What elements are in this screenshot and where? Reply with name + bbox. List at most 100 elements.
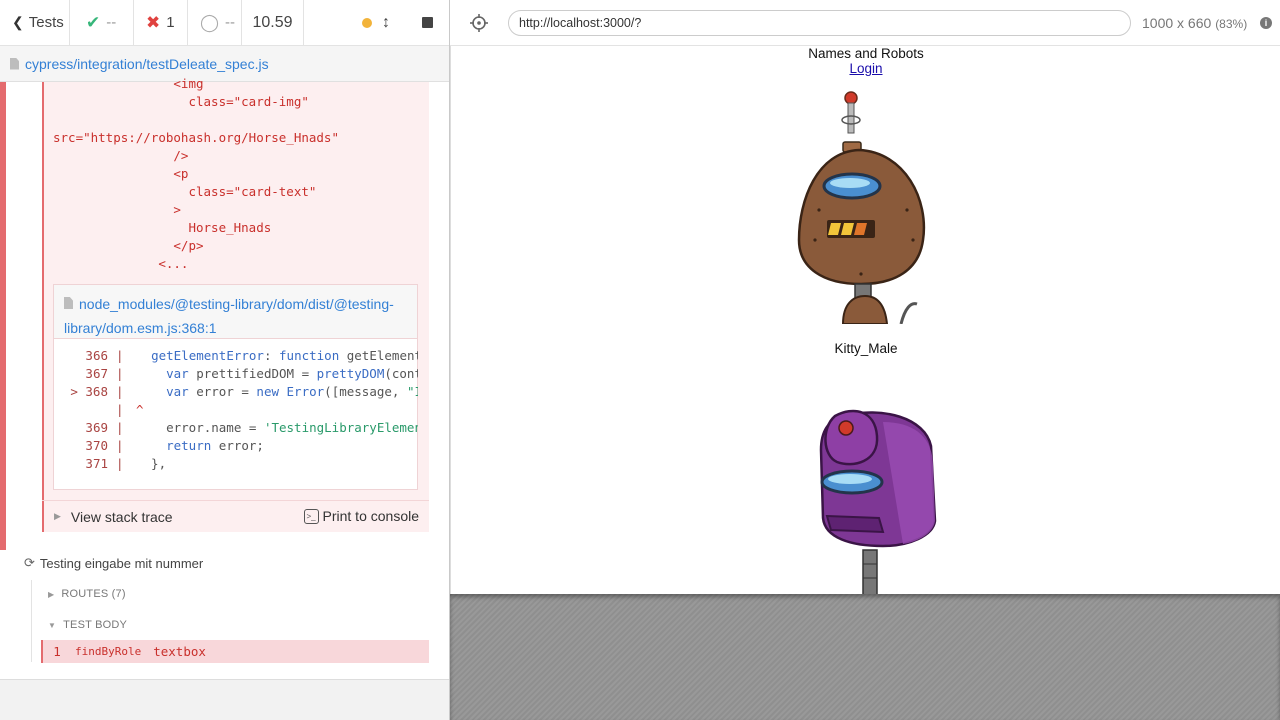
caret-right-icon: ▶ [48, 590, 55, 599]
print-to-console-button[interactable]: >_ Print to console [303, 508, 420, 524]
file-icon [64, 297, 73, 309]
check-icon: ✔ [86, 12, 101, 32]
x-icon: ✖ [146, 12, 161, 32]
reporter-panel: ❮ Tests ✔ -- ✖ 1 ◯ -- 10.59 ↕ cypress/in… [0, 0, 450, 720]
crosshair-icon[interactable] [468, 12, 490, 34]
failed-indicator [0, 82, 6, 550]
pending-count: ◯ -- [188, 0, 242, 46]
code-line: 370 | return error; [54, 437, 418, 455]
test-body-toggle[interactable]: ▼ TEST BODY [48, 619, 127, 631]
line-number: 369 [85, 420, 108, 435]
caret-down-icon: ▼ [48, 621, 57, 630]
dom-snippet-line: </p> [53, 238, 204, 253]
failed-count: ✖ 1 [134, 0, 188, 46]
test-item[interactable]: ⟳ Testing eingabe mit nummer [24, 555, 203, 571]
command-name: findByRole [75, 645, 142, 658]
viewport-dimensions: 1000 x 660 [1142, 15, 1212, 31]
gutter-bar: | [116, 348, 124, 363]
error-area: <img class="card-img" src="https://roboha… [0, 76, 449, 550]
info-icon[interactable]: i [1260, 17, 1272, 29]
code-text: error.name = 'TestingLibraryElemen [136, 420, 418, 435]
code-text: var error = new Error([message, "I [166, 384, 418, 399]
gutter-bar: | [116, 402, 124, 417]
pending-value: -- [225, 14, 236, 31]
run-controls: ↕ [304, 0, 449, 46]
code-line: > 368 | var error = new Error([message, "… [54, 383, 418, 401]
line-number: 366 [85, 348, 108, 363]
dom-snippet-line: <img [53, 76, 204, 91]
app-iframe: Names and Robots Login Kitty_Male [450, 46, 1280, 594]
command-row[interactable]: 1 findByRole textbox [41, 640, 429, 663]
stack-trace-row: ▶ View stack trace >_ Print to console [42, 500, 429, 532]
caret-right-icon: ▶ [54, 511, 61, 521]
dom-snippet-line: > [53, 202, 181, 217]
dom-snippet-line: class="card-text" [53, 184, 317, 199]
view-stack-trace-toggle[interactable]: View stack trace [71, 509, 173, 525]
test-title: Testing eingabe mit nummer [39, 555, 204, 571]
gutter-bar: | [116, 456, 124, 471]
stop-icon[interactable] [422, 17, 433, 28]
code-frame-lines: 366 | getElementError: function getElemen… [54, 347, 418, 487]
tests-label: Tests [28, 14, 64, 31]
code-text: getElementError: function getElement [151, 348, 418, 363]
print-to-console-label: Print to console [322, 508, 420, 524]
passed-value: -- [106, 14, 117, 31]
test-body-label: TEST BODY [63, 619, 128, 631]
code-text: return error; [166, 438, 264, 453]
dom-snippet-line: Horse_Hnads [53, 220, 272, 235]
dot-icon [362, 17, 372, 28]
code-line: 371 | }, [54, 455, 418, 473]
code-line: | ^ [54, 401, 418, 419]
test-list: ⟳ Testing eingabe mit nummer ▶ ROUTES (7)… [0, 550, 449, 680]
spec-path-link[interactable]: cypress/integration/testDeleate_spec.js [25, 56, 269, 72]
gutter-bar: | [116, 366, 124, 381]
sync-icon: ⟳ [24, 555, 35, 570]
command-number: 1 [53, 644, 61, 659]
tree-line [31, 580, 32, 662]
card-text: Kitty_Male [834, 341, 898, 356]
app-under-test: http://localhost:3000/? 1000 x 660 (83%)… [450, 0, 1280, 720]
code-text: var prettifiedDOM = prettyDOM(cont [166, 366, 418, 381]
code-text: ^ [136, 402, 144, 417]
line-number: > 368 [70, 384, 108, 399]
viewport-background [450, 594, 1280, 720]
command-arg: textbox [153, 644, 206, 659]
code-frame: node_modules/@testing-library/dom/dist/@… [53, 284, 418, 490]
failed-value: 1 [166, 14, 175, 31]
gutter-bar: | [116, 438, 124, 453]
code-line: 366 | getElementError: function getElemen… [54, 347, 418, 365]
circle-icon: ◯ [200, 12, 220, 32]
duration: 10.59 [242, 0, 304, 46]
viewport-scale: (83%) [1215, 17, 1248, 31]
dom-snippet-line: <p [53, 166, 189, 181]
robot-image-2 [819, 409, 937, 594]
line-number: 371 [85, 456, 108, 471]
line-number: 370 [85, 438, 108, 453]
code-line: 369 | error.name = 'TestingLibraryElemen [54, 419, 418, 437]
tests-button[interactable]: ❮ Tests [0, 0, 70, 46]
dom-snippet-line: /> [53, 148, 189, 163]
code-text: }, [136, 456, 167, 471]
gutter-bar: | [116, 384, 124, 399]
line-number: 367 [85, 366, 108, 381]
gutter-bar: | [116, 420, 124, 435]
source-file-link[interactable]: node_modules/@testing-library/dom/dist/@… [64, 296, 394, 336]
chevron-left-icon: ❮ [12, 14, 24, 30]
viewport-size: 1000 x 660 (83%) [1142, 15, 1247, 31]
dom-snippet-line: <... [53, 256, 189, 271]
line-number [54, 401, 116, 419]
dom-snippet-line: src="https://robohash.org/Horse_Hnads" [53, 130, 339, 145]
reporter-header: ❮ Tests ✔ -- ✖ 1 ◯ -- 10.59 ↕ [0, 0, 449, 46]
url-field[interactable]: http://localhost:3000/? [508, 10, 1131, 36]
app-title: Names and Robots [808, 46, 924, 61]
terminal-icon: >_ [303, 508, 319, 524]
routes-label: ROUTES (7) [61, 588, 126, 600]
file-icon [10, 57, 19, 70]
routes-toggle[interactable]: ▶ ROUTES (7) [48, 588, 126, 600]
code-line: 367 | var prettifiedDOM = prettyDOM(cont [54, 365, 418, 383]
dom-snippet-line: class="card-img" [53, 94, 309, 109]
robot-image-kitty-male [797, 91, 926, 324]
login-link[interactable]: Login [451, 61, 1280, 76]
passed-count: ✔ -- [70, 0, 134, 46]
arrows-vertical-icon[interactable]: ↕ [382, 14, 390, 32]
